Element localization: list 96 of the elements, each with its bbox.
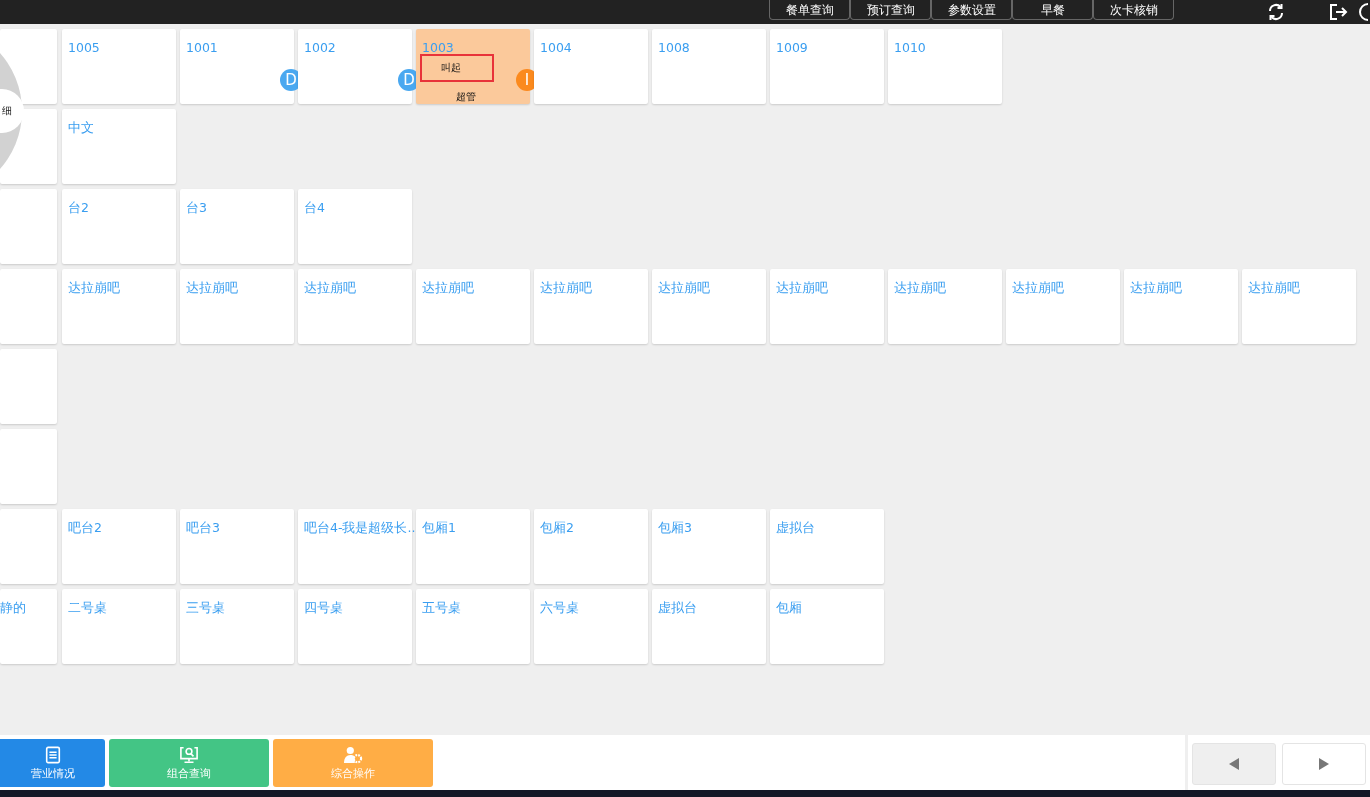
table-card[interactable]: 包厢2 — [534, 509, 648, 584]
left-triangle-icon — [1229, 758, 1239, 770]
action-button[interactable]: 综合操作 — [273, 739, 433, 787]
table-card[interactable]: 达拉崩吧 — [534, 269, 648, 344]
table-name: 达拉崩吧 — [304, 280, 356, 297]
table-name: 静的 — [0, 600, 26, 617]
table-name: 1010 — [894, 40, 926, 55]
table-name: 二号桌 — [68, 600, 107, 617]
table-name: 1008 — [658, 40, 690, 55]
menu-button[interactable]: 餐单查询 — [769, 0, 850, 20]
table-name: 1003 — [422, 40, 454, 55]
table-name: 六号桌 — [540, 600, 579, 617]
table-card[interactable]: 吧台3 — [180, 509, 294, 584]
table-name: 包厢 — [776, 600, 802, 617]
table-card[interactable]: 1008 — [652, 29, 766, 104]
table-name: 虚拟台 — [658, 600, 697, 617]
menu-button[interactable]: 预订查询 — [850, 0, 931, 20]
detail-button[interactable]: 细 — [0, 89, 24, 133]
right-triangle-icon — [1319, 758, 1329, 770]
table-card[interactable]: 1010 — [888, 29, 1002, 104]
table-card[interactable] — [0, 349, 57, 424]
table-name: 1002 — [304, 40, 336, 55]
table-card[interactable]: 台2 — [62, 189, 176, 264]
table-name: 达拉崩吧 — [68, 280, 120, 297]
table-card[interactable]: 达拉崩吧 — [1124, 269, 1238, 344]
table-card[interactable]: 六号桌 — [534, 589, 648, 664]
table-name: 吧台2 — [68, 520, 102, 537]
logout-icon[interactable] — [1328, 2, 1348, 22]
table-card[interactable]: 中文 — [62, 109, 176, 184]
table-card[interactable]: 1004 — [534, 29, 648, 104]
user-name: 超管 — [456, 90, 476, 104]
menu-button[interactable]: 参数设置 — [931, 0, 1012, 20]
table-name: 中文 — [68, 120, 94, 137]
table-card[interactable]: 静的 — [0, 589, 57, 664]
table-card[interactable]: 二号桌 — [62, 589, 176, 664]
table-card[interactable]: 虚拟台 — [770, 509, 884, 584]
menu-button[interactable]: 早餐 — [1012, 0, 1093, 20]
table-name: 达拉崩吧 — [776, 280, 828, 297]
table-card[interactable]: 吧台2 — [62, 509, 176, 584]
table-name: 台4 — [304, 200, 325, 217]
table-name: 台3 — [186, 200, 207, 217]
table-name: 包厢2 — [540, 520, 574, 537]
table-card[interactable]: 包厢1 — [416, 509, 530, 584]
table-card[interactable] — [0, 189, 57, 264]
table-name: 台2 — [68, 200, 89, 217]
document-icon — [43, 745, 62, 764]
table-name: 1005 — [68, 40, 100, 55]
table-card[interactable]: 达拉崩吧 — [298, 269, 412, 344]
table-name: 达拉崩吧 — [540, 280, 592, 297]
table-name: 包厢1 — [422, 520, 456, 537]
table-card[interactable] — [0, 429, 57, 504]
action-button[interactable]: 营业情况 — [0, 739, 105, 787]
user-gear-icon — [343, 745, 363, 764]
table-name: 虚拟台 — [776, 520, 815, 537]
table-card[interactable]: 达拉崩吧 — [652, 269, 766, 344]
table-card[interactable]: 三号桌 — [180, 589, 294, 664]
table-card[interactable]: 达拉崩吧 — [1006, 269, 1120, 344]
table-card[interactable]: 1009 — [770, 29, 884, 104]
table-card[interactable]: 达拉崩吧 — [1242, 269, 1356, 344]
table-name: 1001 — [186, 40, 218, 55]
table-name: 达拉崩吧 — [1012, 280, 1064, 297]
table-card[interactable]: 达拉崩吧 — [62, 269, 176, 344]
refresh-icon[interactable] — [1266, 2, 1286, 22]
table-card[interactable]: 虚拟台 — [652, 589, 766, 664]
menu-button[interactable]: 次卡核销 — [1093, 0, 1174, 20]
monitor-search-icon — [179, 745, 199, 764]
table-name: 达拉崩吧 — [186, 280, 238, 297]
table-card[interactable]: 台4 — [298, 189, 412, 264]
table-card[interactable]: 达拉崩吧 — [888, 269, 1002, 344]
table-card[interactable]: 达拉崩吧 — [180, 269, 294, 344]
table-name: 1004 — [540, 40, 572, 55]
table-name: 达拉崩吧 — [422, 280, 474, 297]
table-name: 达拉崩吧 — [1248, 280, 1300, 297]
table-name: 达拉崩吧 — [658, 280, 710, 297]
table-card[interactable] — [0, 509, 57, 584]
table-card[interactable]: 达拉崩吧 — [770, 269, 884, 344]
table-name: 包厢3 — [658, 520, 692, 537]
call-tag: 叫起 — [420, 54, 494, 82]
action-button[interactable]: 组合查询 — [109, 739, 269, 787]
table-name: 五号桌 — [422, 600, 461, 617]
table-card[interactable]: 五号桌 — [416, 589, 530, 664]
table-name: 吧台3 — [186, 520, 220, 537]
table-name: 达拉崩吧 — [1130, 280, 1182, 297]
table-card[interactable] — [0, 269, 57, 344]
table-name: 四号桌 — [304, 600, 343, 617]
table-name: 达拉崩吧 — [894, 280, 946, 297]
table-name: 三号桌 — [186, 600, 225, 617]
table-card[interactable]: 1005 — [62, 29, 176, 104]
table-card[interactable]: 包厢3 — [652, 509, 766, 584]
table-card[interactable]: 包厢 — [770, 589, 884, 664]
table-card[interactable]: 达拉崩吧 — [416, 269, 530, 344]
next-page-button[interactable] — [1282, 743, 1366, 785]
table-card[interactable]: 四号桌 — [298, 589, 412, 664]
table-card[interactable]: 吧台4-我是超级长.. — [298, 509, 412, 584]
table-name: 1009 — [776, 40, 808, 55]
table-card[interactable]: 台3 — [180, 189, 294, 264]
